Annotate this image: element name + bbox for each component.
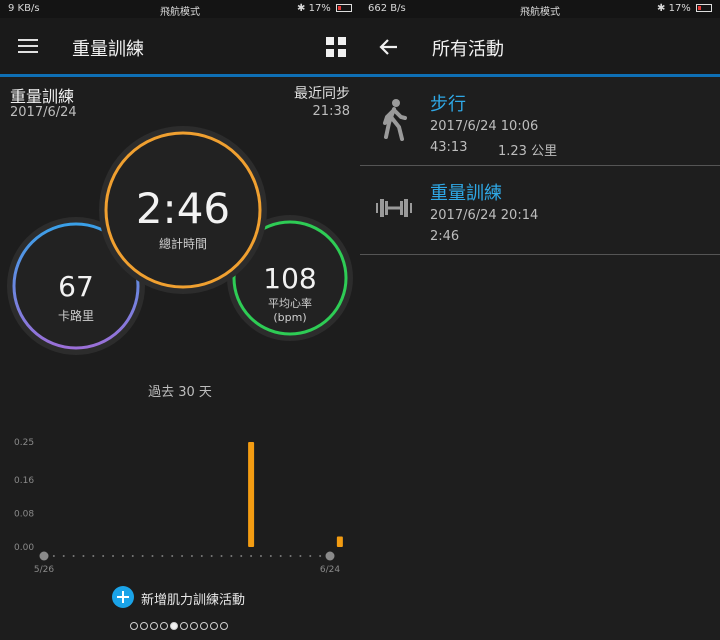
back-arrow-icon[interactable] — [378, 36, 400, 58]
add-icon — [112, 586, 134, 608]
x-axis-dot — [220, 555, 223, 557]
heart-rate-stat: 108 平均心率 (bpm) — [240, 262, 340, 324]
x-axis-dot — [269, 555, 272, 557]
total-time-value: 2:46 — [135, 184, 231, 233]
app-bar: 所有活動 — [360, 18, 720, 77]
page-dot[interactable] — [180, 622, 188, 630]
page-dot[interactable] — [190, 622, 198, 630]
page-dot[interactable] — [210, 622, 218, 630]
menu-icon[interactable] — [18, 39, 38, 53]
x-axis-dot — [309, 555, 312, 557]
activity-datetime: 2017/6/24 20:14 — [430, 208, 539, 223]
x-axis-dot — [319, 555, 322, 557]
x-axis-dot — [230, 555, 233, 557]
activity-item-strength[interactable]: 重量訓練 2017/6/24 20:14 2:46 — [360, 166, 720, 255]
page-dot[interactable] — [160, 622, 168, 630]
chart-bar — [336, 536, 343, 547]
battery-icon — [696, 4, 712, 12]
x-axis-dot — [240, 555, 243, 557]
x-axis-dot — [210, 555, 213, 557]
x-axis-dot — [141, 555, 144, 557]
chart-range-label: 過去 30 天 — [148, 385, 212, 400]
x-start-label: 5/26 — [34, 565, 54, 575]
x-axis-dot — [190, 555, 193, 557]
activity-datetime: 2017/6/24 10:06 — [430, 119, 539, 134]
walking-icon — [383, 99, 407, 141]
y-tick-label: 0.00 — [14, 543, 34, 553]
heart-rate-value: 108 — [263, 262, 317, 295]
page-dot[interactable] — [130, 622, 138, 630]
x-axis-dot — [102, 555, 105, 557]
total-time-label: 總計時間 — [158, 237, 207, 251]
y-tick-label: 0.16 — [14, 476, 34, 486]
activity-title: 重量訓練 — [10, 87, 75, 106]
x-axis-dot — [279, 555, 282, 557]
x-axis-dot — [112, 555, 115, 557]
activity-distance: 1.23 公里 — [498, 144, 558, 159]
x-axis-dot — [259, 555, 262, 557]
training-screen: 9 KB/s 飛航模式 ✱ 17% 重量訓練 重量訓練 2017/6/24 最近… — [0, 0, 360, 640]
battery-status: ✱ 17% — [657, 3, 712, 14]
x-axis-dot — [250, 555, 253, 557]
dumbbell-icon — [376, 199, 412, 217]
chart-bar — [248, 442, 255, 547]
grid-view-icon[interactable] — [326, 37, 346, 57]
x-axis-dot — [289, 555, 292, 557]
page-dot[interactable] — [200, 622, 208, 630]
bluetooth-icon: ✱ — [657, 3, 666, 14]
activity-item-walking[interactable]: 步行 2017/6/24 10:06 43:13 1.23 公里 — [360, 77, 720, 166]
range-start-handle — [39, 551, 49, 561]
heart-rate-label: 平均心率 — [268, 297, 312, 310]
x-axis-dot — [82, 555, 85, 557]
x-axis-dot — [181, 555, 184, 557]
last-sync-label: 最近同步 — [294, 86, 350, 102]
page-dot[interactable] — [170, 622, 178, 630]
battery-percent: 17% — [308, 3, 331, 14]
x-axis-dot — [151, 555, 154, 557]
page-title: 所有活動 — [432, 39, 504, 60]
page-dot[interactable] — [220, 622, 228, 630]
battery-icon — [336, 4, 352, 12]
activity-name: 重量訓練 — [430, 183, 502, 204]
status-bar: 9 KB/s 飛航模式 ✱ 17% — [0, 0, 360, 18]
page-dot[interactable] — [150, 622, 158, 630]
x-axis-dot — [299, 555, 302, 557]
app-bar: 重量訓練 — [0, 18, 360, 77]
activity-duration: 2:46 — [430, 229, 460, 244]
calories-stat: 67 卡路里 — [26, 270, 126, 324]
y-tick-label: 0.25 — [14, 438, 34, 448]
activity-duration: 43:13 — [430, 140, 468, 155]
training-chart: 0.25 0.16 0.08 0.00 5/26 6/24 — [14, 438, 343, 575]
calories-value: 67 — [58, 270, 94, 303]
x-axis-dot — [200, 555, 203, 557]
x-axis-dot — [62, 555, 65, 557]
page-dot[interactable] — [140, 622, 148, 630]
calories-label: 卡路里 — [57, 309, 94, 323]
y-tick-label: 0.08 — [14, 509, 34, 519]
range-end-handle — [325, 551, 335, 561]
x-end-label: 6/24 — [320, 565, 340, 575]
bluetooth-icon: ✱ — [297, 3, 306, 14]
battery-percent: 17% — [668, 3, 691, 14]
all-activities-screen: 662 B/s 飛航模式 ✱ 17% 所有活動 步行 2017/6/24 10:… — [360, 0, 720, 640]
x-axis-dot — [92, 555, 95, 557]
x-axis-dot — [171, 555, 174, 557]
activity-date: 2017/6/24 — [10, 105, 77, 120]
battery-status: ✱ 17% — [297, 3, 352, 14]
page-title: 重量訓練 — [72, 39, 144, 60]
x-axis-dot — [72, 555, 75, 557]
x-axis-dot — [131, 555, 134, 557]
activity-name: 步行 — [430, 94, 466, 115]
x-axis-dot — [121, 555, 124, 557]
heart-rate-unit: (bpm) — [273, 311, 307, 324]
status-bar: 662 B/s 飛航模式 ✱ 17% — [360, 0, 720, 18]
x-axis-dot — [161, 555, 164, 557]
last-sync-time: 21:38 — [312, 104, 350, 119]
x-axis-dot — [52, 555, 55, 557]
add-strength-activity-label: 新增肌力訓練活動 — [141, 593, 246, 608]
total-time-stat: 2:46 總計時間 — [103, 184, 263, 252]
